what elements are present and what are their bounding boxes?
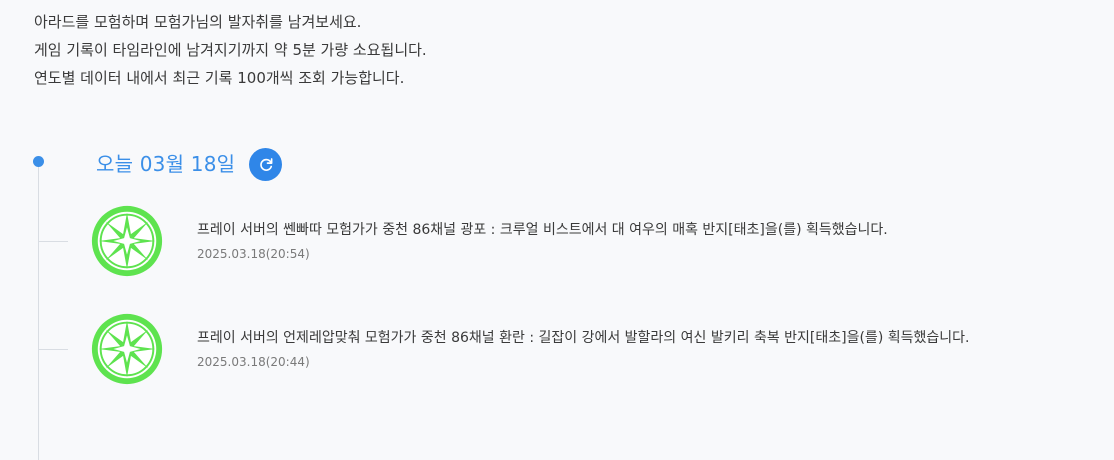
compass-emblem-icon <box>91 313 163 385</box>
intro-line-1: 아라드를 모험하며 모험가님의 발자취를 남겨보세요. <box>34 13 362 31</box>
intro-line-2: 게임 기록이 타임라인에 남겨지기까지 약 5분 가량 소요됩니다. <box>34 41 427 59</box>
refresh-icon <box>259 157 272 171</box>
intro-text: 아라드를 모험하며 모험가님의 발자취를 남겨보세요. 게임 기록이 타임라인에… <box>34 8 427 92</box>
entry-message: 프레이 서버의 언제레압맞춰 모험가가 중천 86채널 환란 : 길잡이 강에서… <box>197 330 970 346</box>
entry-message: 프레이 서버의 쎈빠따 모험가가 중천 86채널 광포 : 크루얼 비스트에서 … <box>197 222 888 238</box>
intro-line-3: 연도별 데이터 내에서 최근 기록 100개씩 조회 가능합니다. <box>34 69 405 87</box>
refresh-button[interactable] <box>249 148 282 181</box>
timeline-date-label: 오늘 03월 18일 <box>96 152 236 176</box>
timeline-branch <box>38 241 68 242</box>
timeline-entry: 프레이 서버의 쎈빠따 모험가가 중천 86채널 광포 : 크루얼 비스트에서 … <box>0 199 1114 289</box>
compass-emblem-icon <box>91 205 163 277</box>
entry-time: 2025.03.18(20:54) <box>197 247 310 261</box>
entry-time: 2025.03.18(20:44) <box>197 355 310 369</box>
timeline-dot <box>33 156 44 167</box>
timeline-entry: 프레이 서버의 언제레압맞춰 모험가가 중천 86채널 환란 : 길잡이 강에서… <box>0 307 1114 397</box>
timeline-branch <box>38 349 68 350</box>
